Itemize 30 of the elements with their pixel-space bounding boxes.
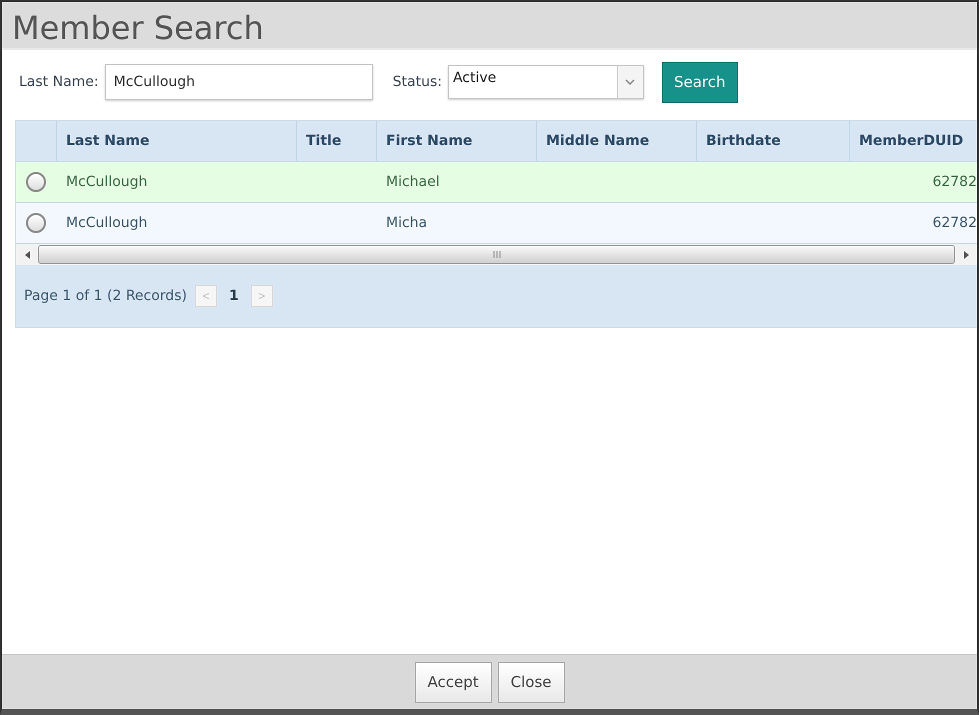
column-header[interactable]: First Name	[376, 121, 536, 161]
table-cell-text: 62782	[931, 214, 977, 233]
table-row[interactable]: McCullough Micha 62782	[16, 203, 977, 244]
status-dropdown[interactable]: Active	[448, 65, 644, 99]
radio-button[interactable]	[26, 172, 46, 192]
caret-icon	[625, 79, 636, 85]
column-header[interactable]: Birthdate	[696, 121, 849, 161]
left-arrow-icon[interactable]	[24, 250, 30, 258]
column-header[interactable]: Title	[296, 121, 376, 161]
table-cell-text: 62782	[931, 173, 977, 192]
table-row[interactable]: McCullough Michael 62782	[16, 162, 977, 203]
field-label: Last Name:	[19, 74, 99, 90]
column-header[interactable]: Middle Name	[536, 121, 696, 161]
table-cell-text: Micha	[385, 214, 428, 233]
accept-button[interactable]: Accept	[414, 662, 492, 702]
radio-button[interactable]	[26, 213, 46, 233]
field-label: Status:	[392, 74, 442, 90]
table-cell-text: McCullough	[65, 173, 148, 192]
column-header[interactable]: MemberDUID	[849, 121, 977, 161]
right-arrow-icon[interactable]	[964, 250, 968, 258]
search-button[interactable]: Search	[662, 62, 738, 102]
close-button[interactable]: Close	[498, 662, 564, 702]
last-name-field[interactable]: McCullough	[104, 64, 373, 100]
page-number[interactable]: 1	[224, 288, 243, 304]
table-cell-text: McCullough	[65, 214, 148, 233]
window-title: Member Search	[12, 8, 264, 48]
table-cell-text: Michael	[385, 173, 441, 192]
page-summary: Page 1 of 1 (2 Records)	[24, 288, 187, 304]
column-header[interactable]: Last Name	[56, 121, 296, 161]
grip-icon	[492, 251, 500, 258]
